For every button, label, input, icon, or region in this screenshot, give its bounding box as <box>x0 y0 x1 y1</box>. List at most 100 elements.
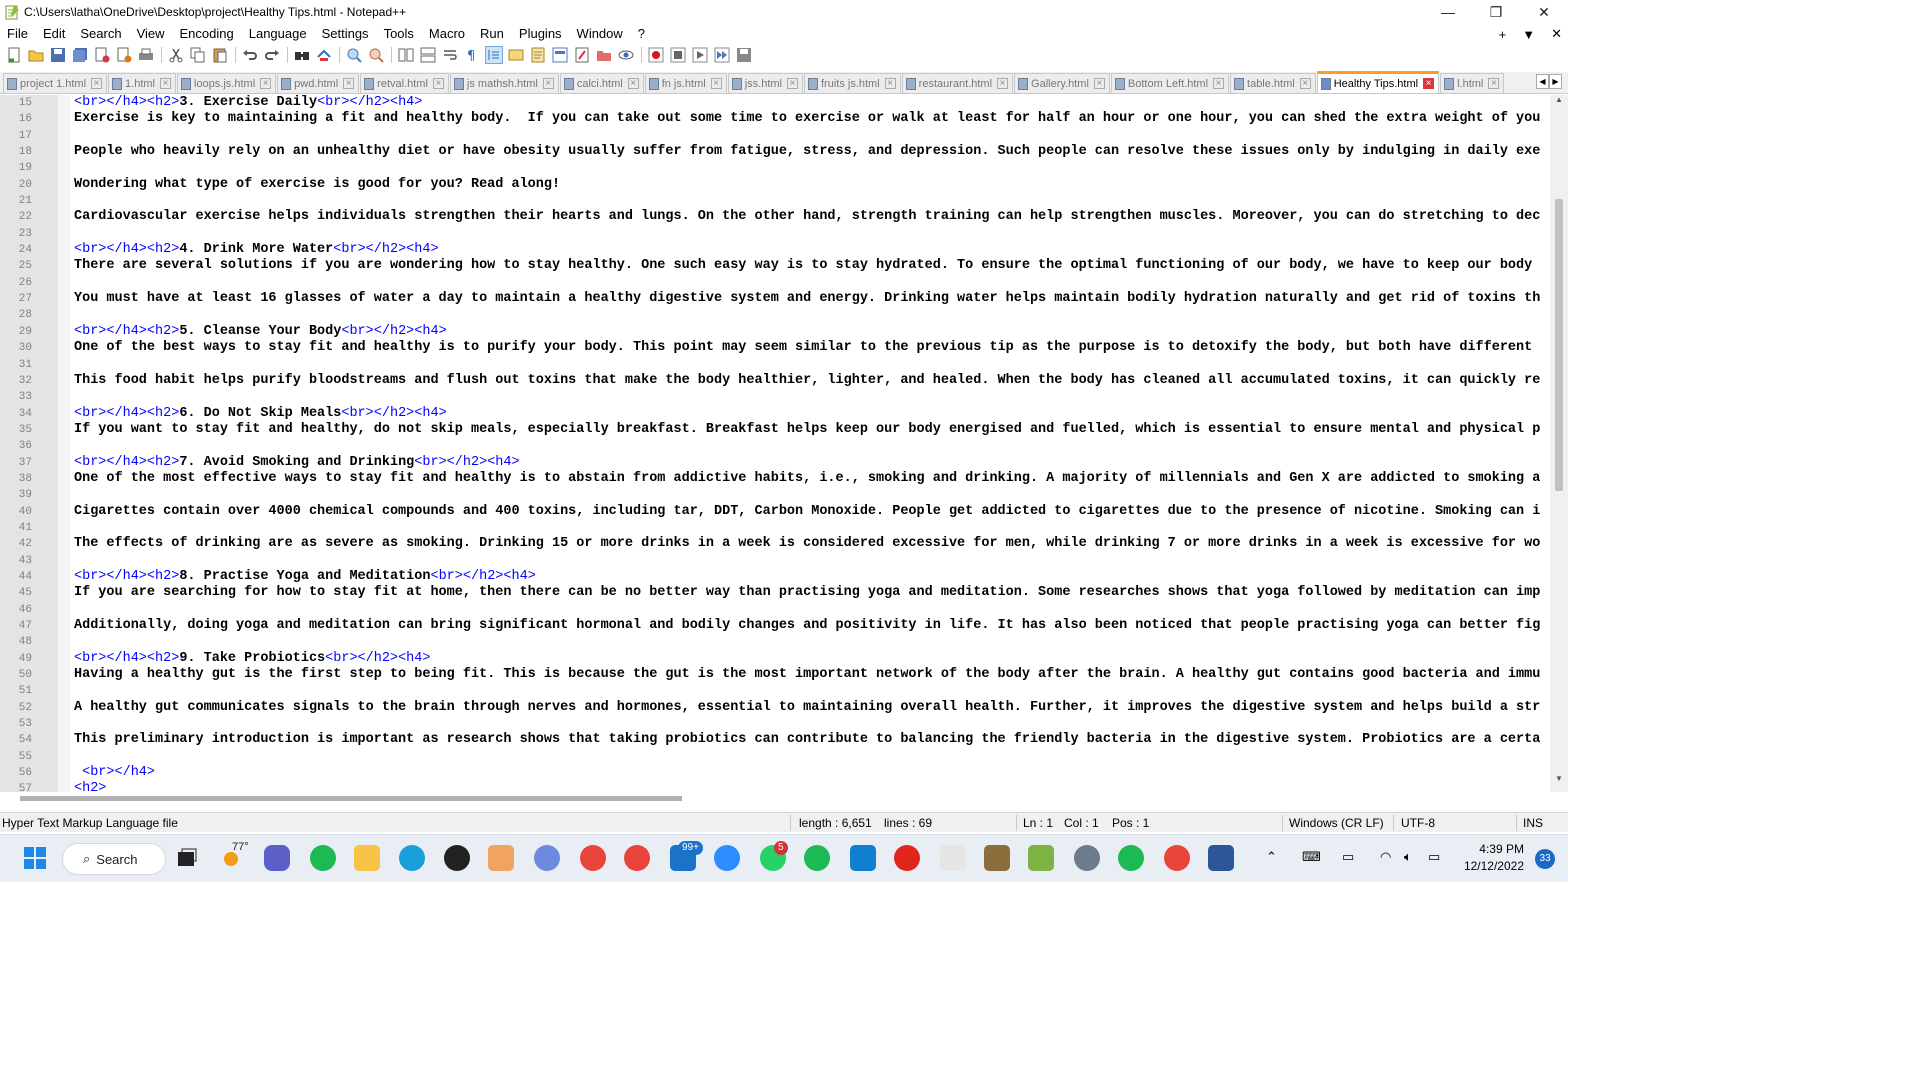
cloud-app-icon[interactable] <box>534 845 560 871</box>
copy-icon[interactable] <box>189 46 207 64</box>
tab-close-icon[interactable]: × <box>710 78 722 89</box>
minimize-button[interactable]: — <box>1424 0 1472 24</box>
close-document-button[interactable]: ✕ <box>1551 26 1562 42</box>
chrome-icon[interactable] <box>580 845 606 871</box>
settings-gear-icon[interactable] <box>1074 845 1100 871</box>
save-all-icon[interactable] <box>71 46 89 64</box>
file-explorer-icon[interactable] <box>354 845 380 871</box>
tab-scroll-right-icon[interactable]: ▶ <box>1549 74 1562 89</box>
document-tab[interactable]: 1.html × <box>108 73 176 93</box>
code-text[interactable]: If you are searching for how to stay fit… <box>74 585 1540 601</box>
tab-close-icon[interactable]: × <box>91 78 103 89</box>
code-text[interactable]: You must have at least 16 glasses of wat… <box>74 291 1540 307</box>
tab-close-icon[interactable]: × <box>1299 78 1311 89</box>
code-text[interactable]: <h2> <box>74 781 106 792</box>
spotify-icon[interactable] <box>310 845 336 871</box>
monitoring-icon[interactable] <box>617 46 635 64</box>
tab-close-icon[interactable]: × <box>884 78 896 89</box>
menu-search[interactable]: Search <box>73 24 129 44</box>
code-text[interactable]: The effects of drinking are as severe as… <box>74 536 1540 552</box>
document-tab[interactable]: project 1.html × <box>3 73 108 93</box>
tab-close-icon[interactable]: × <box>1488 78 1500 89</box>
zoom-in-icon[interactable] <box>345 46 363 64</box>
folder-workspace-icon[interactable] <box>595 46 613 64</box>
menu-tools[interactable]: Tools <box>377 24 422 44</box>
teams-icon[interactable] <box>264 845 290 871</box>
document-tab[interactable]: restaurant.html × <box>901 73 1014 93</box>
code-text[interactable]: Cardiovascular exercise helps individual… <box>74 209 1540 225</box>
print-icon[interactable] <box>137 46 155 64</box>
document-tab[interactable]: table.html × <box>1230 73 1316 93</box>
code-text[interactable]: Having a healthy gut is the first step t… <box>74 667 1540 683</box>
spotify-3-icon[interactable] <box>1118 845 1144 871</box>
code-text[interactable]: <br></h4><h2>6. Do Not Skip Meals<br></h… <box>74 406 447 422</box>
code-text[interactable]: <br></h4><h2>7. Avoid Smoking and Drinki… <box>74 455 520 471</box>
stop-macro-icon[interactable] <box>669 46 687 64</box>
open-file-icon[interactable] <box>27 46 45 64</box>
redo-icon[interactable] <box>263 46 281 64</box>
tab-list-button[interactable]: ▼ <box>1522 27 1535 42</box>
tab-close-icon[interactable]: × <box>432 78 444 89</box>
horizontal-scrollbar[interactable] <box>0 792 1568 806</box>
word-icon[interactable] <box>1208 845 1234 871</box>
save-macro-icon[interactable] <box>735 46 753 64</box>
tab-close-icon[interactable]: × <box>343 78 355 89</box>
new-file-icon[interactable] <box>5 46 23 64</box>
tab-close-icon[interactable]: × <box>1423 78 1435 89</box>
zoom-out-icon[interactable] <box>367 46 385 64</box>
document-tab[interactable]: Gallery.html × <box>1014 73 1110 93</box>
document-tab[interactable]: l.html × <box>1440 73 1505 93</box>
code-text[interactable]: One of the best ways to stay fit and hea… <box>74 340 1532 356</box>
document-tab[interactable]: retval.html × <box>360 73 449 93</box>
tab-close-icon[interactable]: × <box>997 78 1009 89</box>
tab-close-icon[interactable]: × <box>160 78 171 89</box>
code-text[interactable]: Wondering what type of exercise is good … <box>74 177 560 193</box>
code-text[interactable]: <br></h4><h2>8. Practise Yoga and Medita… <box>74 569 536 585</box>
menu-run[interactable]: Run <box>473 24 512 44</box>
document-tab[interactable]: calci.html × <box>559 73 644 93</box>
tab-close-icon[interactable]: × <box>627 78 639 89</box>
code-text[interactable]: <br></h4><h2>4. Drink More Water<br></h2… <box>74 242 439 258</box>
photo-app-icon[interactable] <box>984 845 1010 871</box>
menu-window[interactable]: Window <box>570 24 631 44</box>
scroll-down-icon[interactable]: ▼ <box>1550 774 1568 788</box>
task-view-icon[interactable] <box>174 845 200 871</box>
code-text[interactable]: One of the most effective ways to stay f… <box>74 471 1540 487</box>
notepadpp-taskbar-icon[interactable] <box>1028 845 1054 871</box>
code-text[interactable]: Exercise is key to maintaining a fit and… <box>74 111 1540 127</box>
scroll-up-icon[interactable]: ▲ <box>1550 95 1568 109</box>
indent-guide-icon[interactable] <box>485 46 503 64</box>
code-text[interactable]: <br></h4><h2>3. Exercise Daily<br></h2><… <box>74 95 422 111</box>
menu-language[interactable]: Language <box>242 24 315 44</box>
youtube-icon[interactable] <box>894 845 920 871</box>
spotify-2-icon[interactable] <box>804 845 830 871</box>
tab-close-icon[interactable]: × <box>260 78 272 89</box>
close-all-icon[interactable] <box>115 46 133 64</box>
user-lang-icon[interactable] <box>507 46 525 64</box>
run-macro-multiple-icon[interactable] <box>713 46 731 64</box>
zoom-icon[interactable] <box>714 845 740 871</box>
doc-map-icon[interactable] <box>529 46 547 64</box>
display-icon[interactable]: ▭ <box>1342 849 1354 865</box>
media-player-icon[interactable] <box>444 845 470 871</box>
menu-macro[interactable]: Macro <box>422 24 473 44</box>
tab-close-icon[interactable]: × <box>542 78 554 89</box>
document-tab[interactable]: js mathsh.html × <box>449 73 559 93</box>
code-text[interactable]: Cigarettes contain over 4000 chemical co… <box>74 504 1540 520</box>
find-icon[interactable] <box>293 46 311 64</box>
volume-icon[interactable]: 🔈︎ <box>1404 849 1412 865</box>
notification-badge[interactable]: 33 <box>1535 849 1555 869</box>
menu-plugins[interactable]: Plugins <box>512 24 570 44</box>
store-icon[interactable] <box>850 845 876 871</box>
sync-vertical-icon[interactable] <box>397 46 415 64</box>
word-wrap-icon[interactable] <box>441 46 459 64</box>
close-file-icon[interactable] <box>93 46 111 64</box>
code-text[interactable]: <br></h4><h2>9. Take Probiotics<br></h2>… <box>74 651 430 667</box>
menu-encoding[interactable]: Encoding <box>173 24 242 44</box>
sync-horizontal-icon[interactable] <box>419 46 437 64</box>
code-text[interactable]: Additionally, doing yoga and meditation … <box>74 618 1540 634</box>
horizontal-scroll-thumb[interactable] <box>20 796 682 801</box>
document-tab[interactable]: fruits js.html × <box>803 73 901 93</box>
chrome-2-icon[interactable] <box>1164 845 1190 871</box>
code-text[interactable]: People who heavily rely on an unhealthy … <box>74 144 1540 160</box>
